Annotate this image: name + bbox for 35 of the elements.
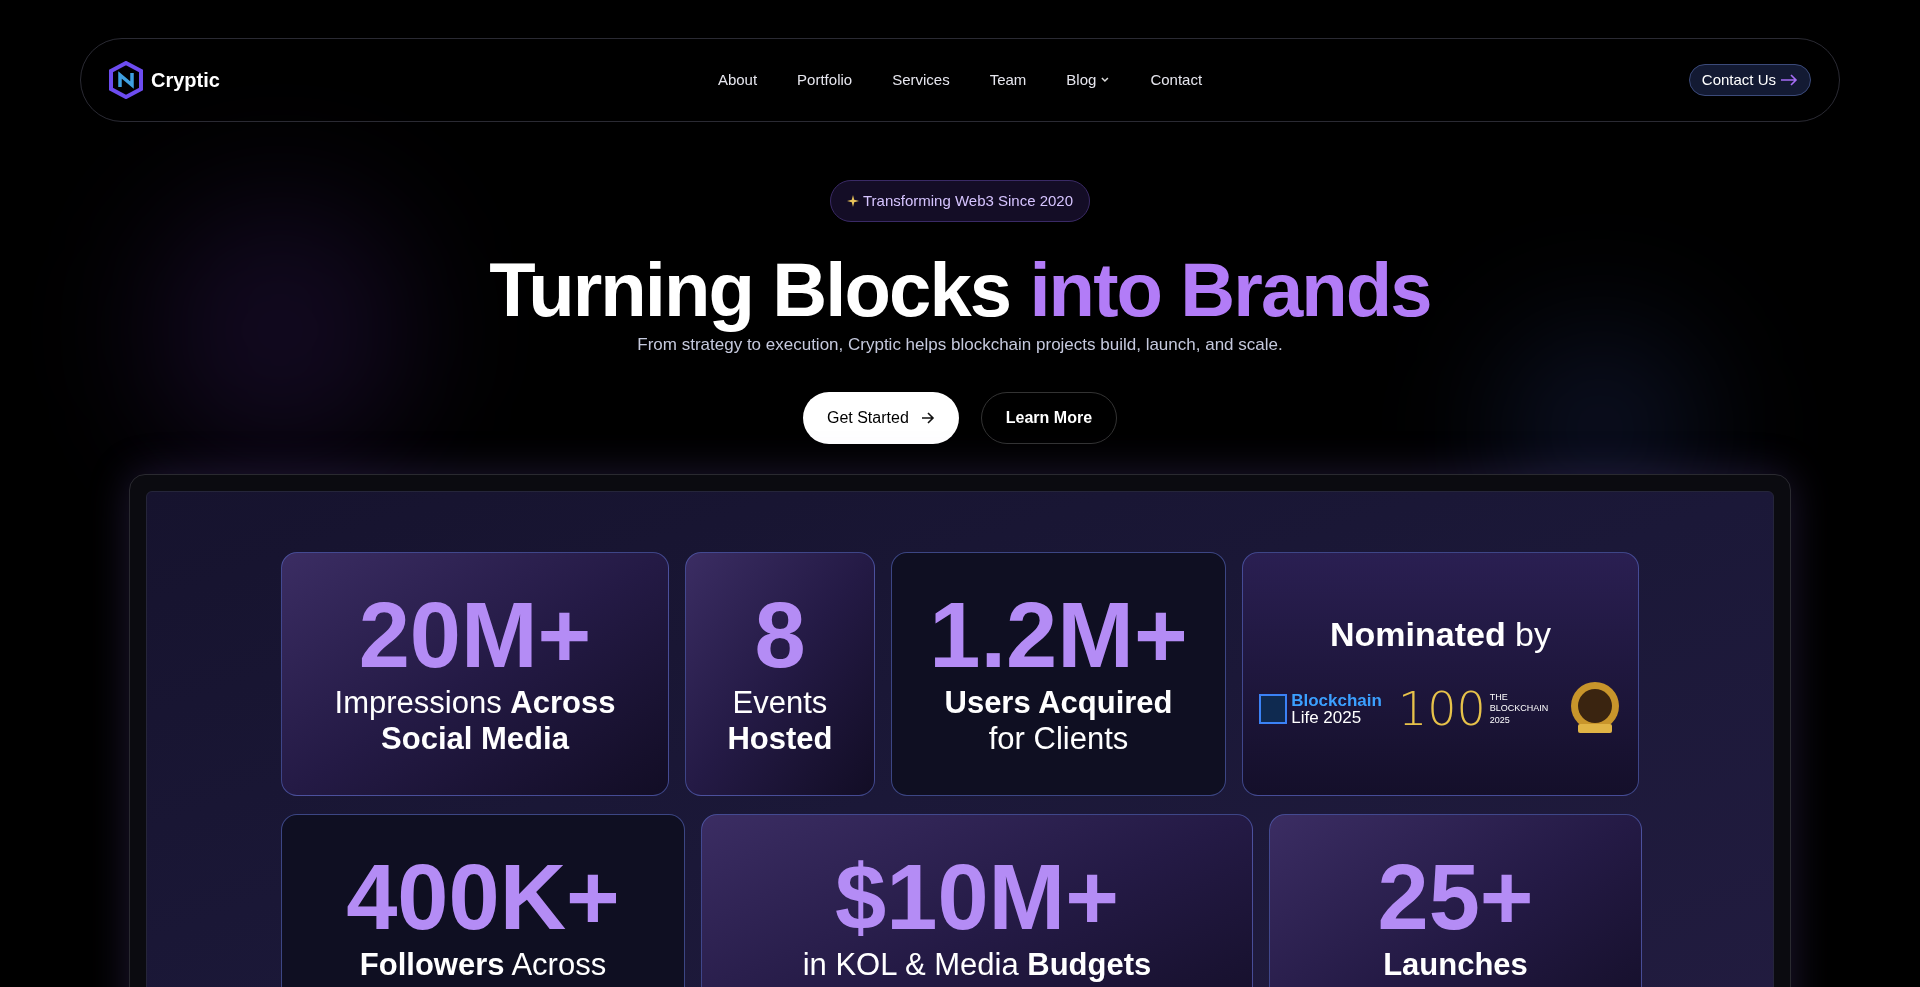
- hero-title: Turning Blocks into Brands: [489, 250, 1431, 330]
- nav-link[interactable]: Blog: [1066, 68, 1111, 92]
- nav-link[interactable]: Portfolio: [797, 68, 853, 92]
- logo-text: THE BLOCKCHAIN 2025: [1489, 692, 1550, 726]
- stat-caption: Events Hosted: [727, 684, 833, 757]
- learn-more-button[interactable]: Learn More: [980, 391, 1118, 444]
- contact-button[interactable]: Contact Us: [1688, 64, 1811, 96]
- badge-text: Transforming Web3 Since 2020: [862, 190, 1074, 211]
- stat-value: 8: [754, 588, 806, 681]
- sparkle-icon: [846, 195, 859, 207]
- logo-icon: [109, 61, 143, 99]
- logo-number: 100: [1397, 686, 1486, 732]
- brand-name: Cryptic: [151, 68, 220, 93]
- stat-value: 1.2M+: [929, 588, 1188, 681]
- arrow-right-icon: [1780, 74, 1798, 86]
- logo-text: Life 2025: [1291, 709, 1363, 726]
- nav-link[interactable]: Contact: [1150, 68, 1203, 92]
- get-started-button[interactable]: Get Started: [802, 391, 959, 444]
- stat-caption: Users Acquired for Clients: [944, 684, 1173, 757]
- nav-link[interactable]: About: [717, 68, 758, 92]
- stat-value: $10M+: [835, 850, 1119, 943]
- stat-caption: Launches: [1383, 946, 1528, 983]
- chevron-down-icon: [1100, 76, 1111, 84]
- logo-text: Blockchain: [1291, 692, 1382, 709]
- stat-value: 20M+: [358, 588, 592, 681]
- stat-caption: Impressions Across Social Media: [334, 684, 616, 757]
- arrow-right-icon: [920, 411, 935, 424]
- stat-caption: in KOL & Media Budgets: [802, 946, 1152, 983]
- hero-subtitle: From strategy to execution, Cryptic helps blockchain projects build, launch, and scale.: [637, 334, 1283, 356]
- stat-value: 400K+: [346, 850, 620, 943]
- stat-caption: Followers Across: [359, 946, 607, 983]
- stat-value: 25+: [1377, 850, 1534, 943]
- nav-link[interactable]: Services: [892, 68, 950, 92]
- award-title: Nominated by: [1329, 614, 1551, 655]
- nav-link[interactable]: Team: [989, 68, 1027, 92]
